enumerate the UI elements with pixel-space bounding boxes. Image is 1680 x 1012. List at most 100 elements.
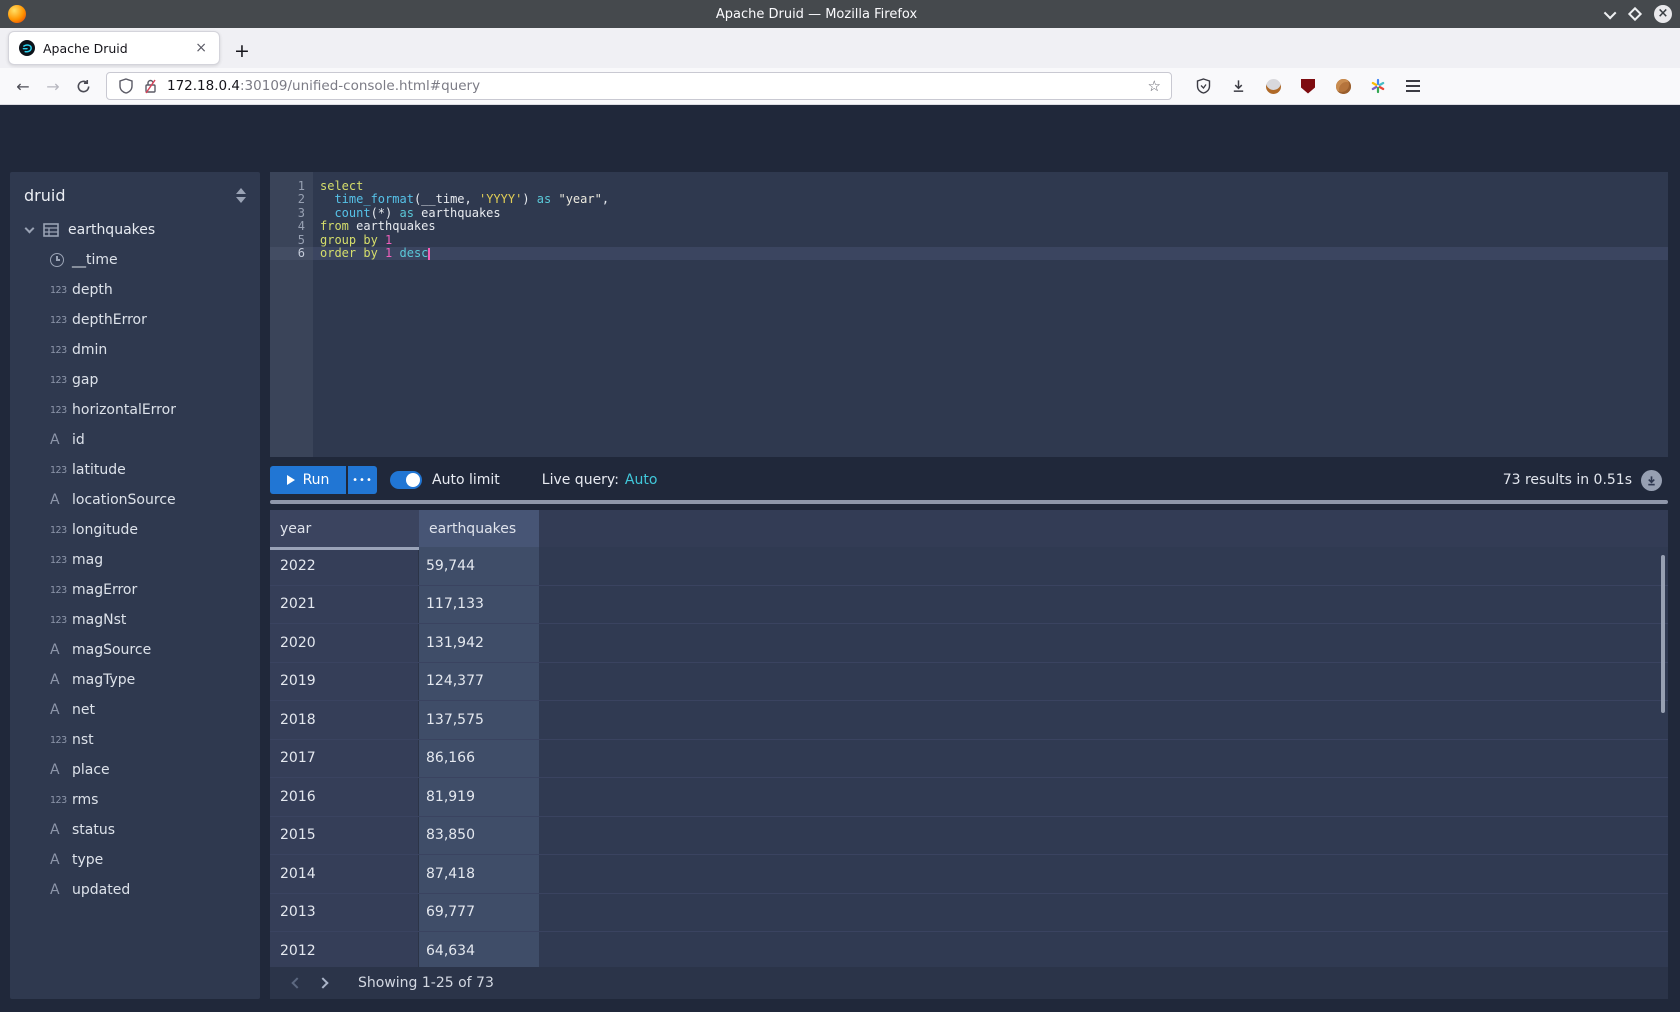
cell-earthquakes[interactable]: 59,744 xyxy=(419,547,539,585)
chevron-down-icon[interactable] xyxy=(25,224,35,234)
column-header-year[interactable]: year xyxy=(270,510,419,547)
sql-editor[interactable]: 123456 select time_format(__time, 'YYYY'… xyxy=(270,172,1668,457)
sidebar-field[interactable]: A net xyxy=(10,695,260,725)
column-header-earthquakes[interactable]: earthquakes xyxy=(419,510,539,547)
field-name: horizontalError xyxy=(72,402,176,418)
sidebar-field[interactable]: 123 nst xyxy=(10,725,260,755)
field-name: dmin xyxy=(72,342,107,358)
sidebar-field[interactable]: 123 latitude xyxy=(10,455,260,485)
browser-tab[interactable]: Apache Druid × xyxy=(8,31,220,65)
bookmark-star-icon[interactable]: ☆ xyxy=(1148,77,1161,95)
cell-earthquakes[interactable]: 131,942 xyxy=(419,624,539,662)
reload-button[interactable] xyxy=(68,79,98,94)
table-name: earthquakes xyxy=(68,222,155,238)
sidebar-field[interactable]: A updated xyxy=(10,875,260,905)
run-bar: Run ••• Auto limit Live query: Auto 73 r… xyxy=(270,466,1668,494)
field-type-icon: 123 xyxy=(50,585,72,596)
sidebar-item-earthquakes[interactable]: earthquakes xyxy=(10,215,260,245)
pocket-shield-icon[interactable] xyxy=(1194,77,1212,95)
cell-earthquakes[interactable]: 83,850 xyxy=(419,817,539,855)
tracking-shield-icon[interactable] xyxy=(117,77,135,95)
window-title: Apache Druid — Mozilla Firefox xyxy=(26,7,1607,22)
field-name: updated xyxy=(72,882,130,898)
sidebar-field[interactable]: 123 gap xyxy=(10,365,260,395)
field-type-icon: A xyxy=(50,672,72,688)
sidebar-field[interactable]: 123 magError xyxy=(10,575,260,605)
cell-year[interactable]: 2016 xyxy=(270,778,419,816)
cell-year[interactable]: 2015 xyxy=(270,817,419,855)
next-page-button[interactable] xyxy=(310,979,336,987)
menu-icon[interactable] xyxy=(1404,77,1422,95)
table-row: 2015 83,850 xyxy=(270,817,1668,856)
sidebar-field[interactable]: A id xyxy=(10,425,260,455)
field-name: magType xyxy=(72,672,135,688)
cell-year[interactable]: 2020 xyxy=(270,624,419,662)
sidebar-field[interactable]: 123 dmin xyxy=(10,335,260,365)
previous-page-button[interactable] xyxy=(284,979,310,987)
ublock-extension-icon[interactable] xyxy=(1299,77,1317,95)
forward-button[interactable]: → xyxy=(38,77,68,96)
table-scrollbar-thumb[interactable] xyxy=(1661,555,1665,713)
insecure-lock-icon[interactable] xyxy=(141,77,159,95)
tab-close-icon[interactable]: × xyxy=(193,40,209,56)
sidebar-field[interactable]: 123 rms xyxy=(10,785,260,815)
cell-year[interactable]: 2017 xyxy=(270,740,419,778)
cell-year[interactable]: 2022 xyxy=(270,547,419,585)
sidebar-field[interactable]: 123 magNst xyxy=(10,605,260,635)
sidebar-field[interactable]: 123 horizontalError xyxy=(10,395,260,425)
colorful-extension-icon[interactable] xyxy=(1369,77,1387,95)
sidebar-field[interactable]: A magType xyxy=(10,665,260,695)
druid-favicon xyxy=(19,40,35,56)
field-name: magError xyxy=(72,582,137,598)
cell-earthquakes[interactable]: 87,418 xyxy=(419,855,539,893)
field-name: nst xyxy=(72,732,94,748)
cell-earthquakes[interactable]: 137,575 xyxy=(419,701,539,739)
window-close-icon[interactable]: × xyxy=(1654,5,1672,23)
cell-year[interactable]: 2021 xyxy=(270,586,419,624)
cell-year[interactable]: 2019 xyxy=(270,663,419,701)
sidebar-field[interactable]: 123 mag xyxy=(10,545,260,575)
sidebar-field[interactable]: A status xyxy=(10,815,260,845)
sidebar-field[interactable]: A type xyxy=(10,845,260,875)
cell-year[interactable]: 2018 xyxy=(270,701,419,739)
window-maximize-icon[interactable] xyxy=(1628,7,1642,21)
table-row: 2016 81,919 xyxy=(270,778,1668,817)
profile-extension-icon[interactable] xyxy=(1264,77,1282,95)
field-name: magSource xyxy=(72,642,151,658)
download-results-icon[interactable] xyxy=(1641,470,1662,491)
back-button[interactable]: ← xyxy=(8,77,38,96)
resize-divider[interactable] xyxy=(270,500,1668,504)
sidebar-field[interactable]: A place xyxy=(10,755,260,785)
sidebar-field[interactable]: A locationSource xyxy=(10,485,260,515)
sidebar-field[interactable]: A magSource xyxy=(10,635,260,665)
field-name: latitude xyxy=(72,462,126,478)
sql-editor-lines[interactable]: select time_format(__time, 'YYYY') as "y… xyxy=(313,172,1668,457)
sidebar-field[interactable]: 123 depthError xyxy=(10,305,260,335)
browser-toolbar: ← → 172.18.0.4:30109/unified-console.htm… xyxy=(0,68,1680,105)
sidebar-field[interactable]: 123 longitude xyxy=(10,515,260,545)
cell-earthquakes[interactable]: 81,919 xyxy=(419,778,539,816)
downloads-icon[interactable] xyxy=(1229,77,1247,95)
cookie-extension-icon[interactable] xyxy=(1334,77,1352,95)
results-summary: 73 results in 0.51s xyxy=(1503,472,1632,488)
field-type-icon: 123 xyxy=(50,315,72,326)
url-bar[interactable]: 172.18.0.4:30109/unified-console.html#qu… xyxy=(106,72,1172,100)
more-options-button[interactable]: ••• xyxy=(348,466,377,494)
cell-earthquakes[interactable]: 64,634 xyxy=(419,932,539,970)
cell-earthquakes[interactable]: 69,777 xyxy=(419,894,539,932)
cell-year[interactable]: 2014 xyxy=(270,855,419,893)
cell-year[interactable]: 2013 xyxy=(270,894,419,932)
cell-earthquakes[interactable]: 124,377 xyxy=(419,663,539,701)
new-tab-button[interactable]: + xyxy=(234,40,250,62)
cell-earthquakes[interactable]: 117,133 xyxy=(419,586,539,624)
sidebar-field[interactable]: __time xyxy=(10,245,260,275)
url-text: 172.18.0.4:30109/unified-console.html#qu… xyxy=(167,78,1148,94)
live-query-value[interactable]: Auto xyxy=(625,472,658,488)
cell-earthquakes[interactable]: 86,166 xyxy=(419,740,539,778)
sort-columns-icon[interactable] xyxy=(236,188,248,203)
cell-year[interactable]: 2012 xyxy=(270,932,419,970)
field-type-icon: 123 xyxy=(50,735,72,746)
run-button[interactable]: Run xyxy=(270,466,346,494)
auto-limit-toggle[interactable] xyxy=(390,471,422,489)
sidebar-field[interactable]: 123 depth xyxy=(10,275,260,305)
